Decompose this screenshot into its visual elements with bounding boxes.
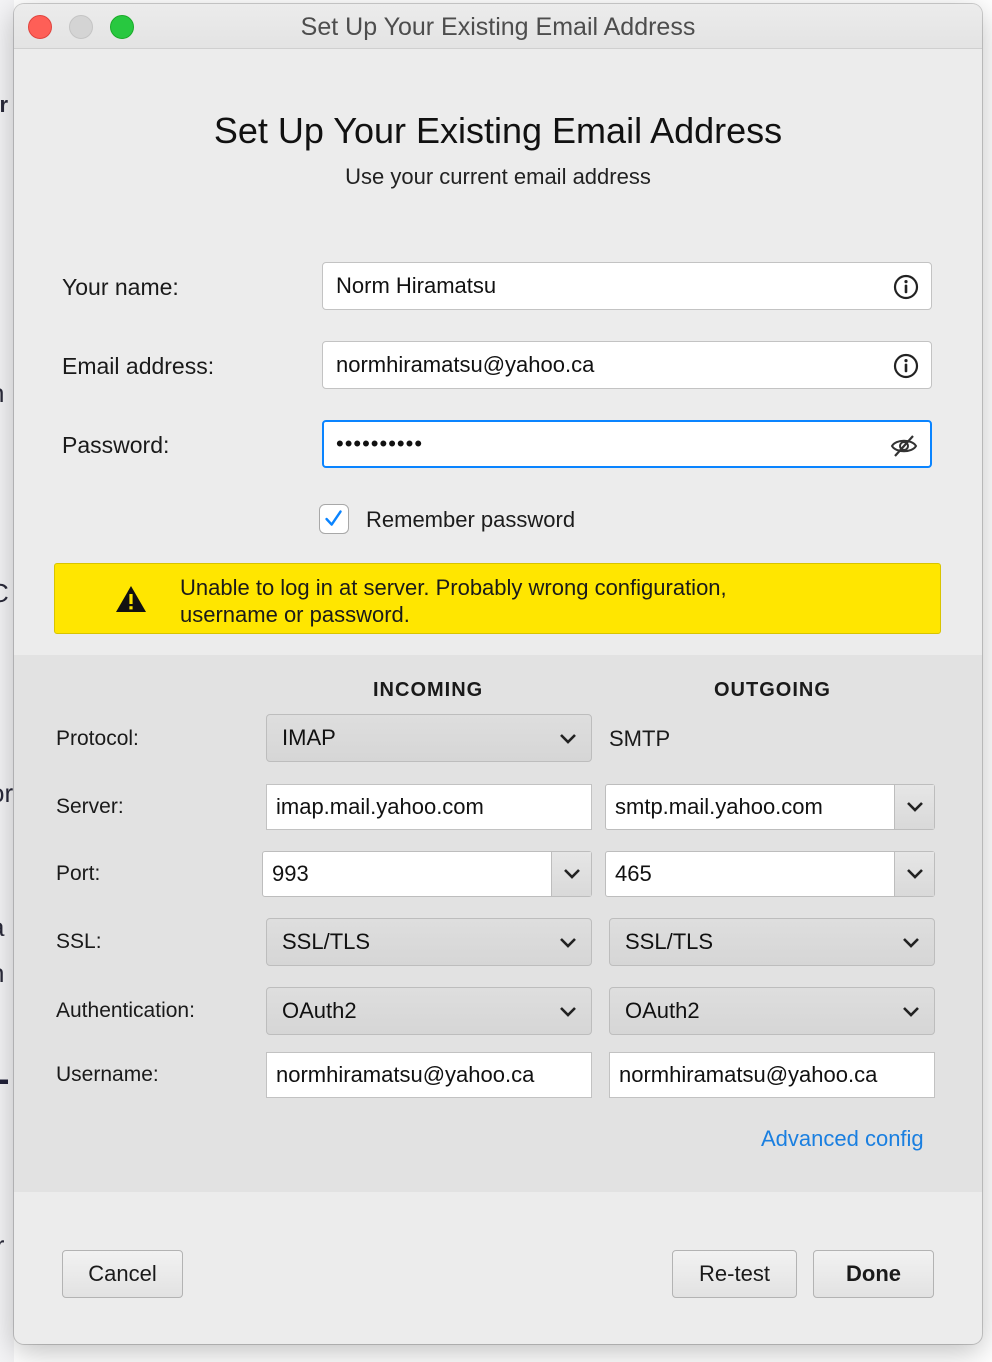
outgoing-header: OUTGOING [714,679,831,701]
chevron-down-icon [560,1007,576,1017]
outgoing-authentication-select[interactable]: OAuth2 [609,987,935,1035]
port-label: Port: [56,862,101,885]
incoming-ssl-select[interactable]: SSL/TLS [266,918,592,966]
incoming-port-value: 993 [272,861,309,886]
background-text-fragment: ir [0,1230,5,1260]
outgoing-port-value: 465 [615,861,652,886]
incoming-authentication-value: OAuth2 [282,998,357,1023]
account-setup-dialog: Set Up Your Existing Email Address Set U… [14,4,982,1344]
chevron-down-icon [903,1007,919,1017]
chevron-down-icon [560,734,576,744]
background-text-fragment: h [0,958,4,989]
outgoing-authentication-value: OAuth2 [625,998,700,1023]
hide-password-icon[interactable] [890,433,918,459]
incoming-header: INCOMING [373,679,484,701]
email-label: Email address: [62,353,215,379]
protocol-label: Protocol: [56,727,139,750]
info-icon[interactable] [893,274,919,300]
outgoing-username-input[interactable]: normhiramatsu@yahoo.ca [609,1052,935,1098]
email-field[interactable]: normhiramatsu@yahoo.ca [322,341,932,389]
done-button[interactable]: Done [813,1250,934,1298]
server-label: Server: [56,795,124,818]
page-title: Set Up Your Existing Email Address [213,110,783,151]
outgoing-ssl-select[interactable]: SSL/TLS [609,918,935,966]
chevron-down-icon [564,869,580,879]
incoming-username-input[interactable]: normhiramatsu@yahoo.ca [266,1052,592,1098]
username-label: Username: [56,1063,159,1086]
email-value: normhiramatsu@yahoo.ca [336,352,595,377]
outgoing-port-dropdown-button[interactable] [894,852,934,896]
outgoing-server-dropdown-button[interactable] [894,785,934,829]
alert-message-line: username or password. [180,602,410,627]
retest-button[interactable]: Re-test [672,1250,797,1298]
password-field[interactable]: •••••••••• [322,420,932,468]
authentication-label: Authentication: [56,999,195,1022]
alert-message: Unable to log in at server. Probably wro… [180,574,727,628]
outgoing-protocol-value: SMTP [609,726,671,751]
incoming-protocol-select[interactable]: IMAP [266,714,592,762]
background-text-fragment: or [0,778,14,808]
password-label: Password: [62,432,170,458]
background-text-fragment: or [0,92,8,117]
outgoing-port-combo[interactable]: 465 [605,851,935,897]
chevron-down-icon [907,802,923,812]
incoming-ssl-value: SSL/TLS [282,929,371,954]
outgoing-server-value: smtp.mail.yahoo.com [615,794,823,819]
incoming-port-combo[interactable]: 993 [262,851,592,897]
cancel-button[interactable]: Cancel [62,1250,183,1298]
outgoing-server-combo[interactable]: smtp.mail.yahoo.com [605,784,935,830]
incoming-port-dropdown-button[interactable] [551,852,591,896]
alert-message-line: Unable to log in at server. Probably wro… [180,575,727,600]
remember-password-label[interactable]: Remember password [366,507,575,533]
incoming-server-input[interactable]: imap.mail.yahoo.com [266,784,592,830]
password-value: •••••••••• [336,431,424,456]
chevron-down-icon [903,938,919,948]
incoming-protocol-value: IMAP [282,725,336,750]
background-text-fragment: h [0,378,4,409]
warning-icon [116,586,146,612]
background-window: or h C or a h T ir [0,0,14,1362]
advanced-config-link[interactable]: Advanced config [761,1126,924,1152]
incoming-authentication-select[interactable]: OAuth2 [266,987,592,1035]
chevron-down-icon [560,938,576,948]
remember-password-checkbox[interactable] [319,504,349,534]
outgoing-ssl-value: SSL/TLS [625,929,714,954]
name-label: Your name: [62,274,179,300]
error-alert: Unable to log in at server. Probably wro… [54,563,941,634]
background-text-fragment: T [0,1072,8,1117]
name-field[interactable]: Norm Hiramatsu [322,262,932,310]
background-text-fragment: C [0,578,9,609]
checkmark-icon [325,510,342,526]
title-bar: Set Up Your Existing Email Address [14,4,982,49]
name-value: Norm Hiramatsu [336,273,497,298]
ssl-label: SSL: [56,930,102,953]
page-subtitle: Use your current email address [345,164,651,189]
chevron-down-icon [907,869,923,879]
info-icon[interactable] [893,353,919,379]
background-text-fragment: a [0,912,4,943]
window-title: Set Up Your Existing Email Address [300,13,696,41]
